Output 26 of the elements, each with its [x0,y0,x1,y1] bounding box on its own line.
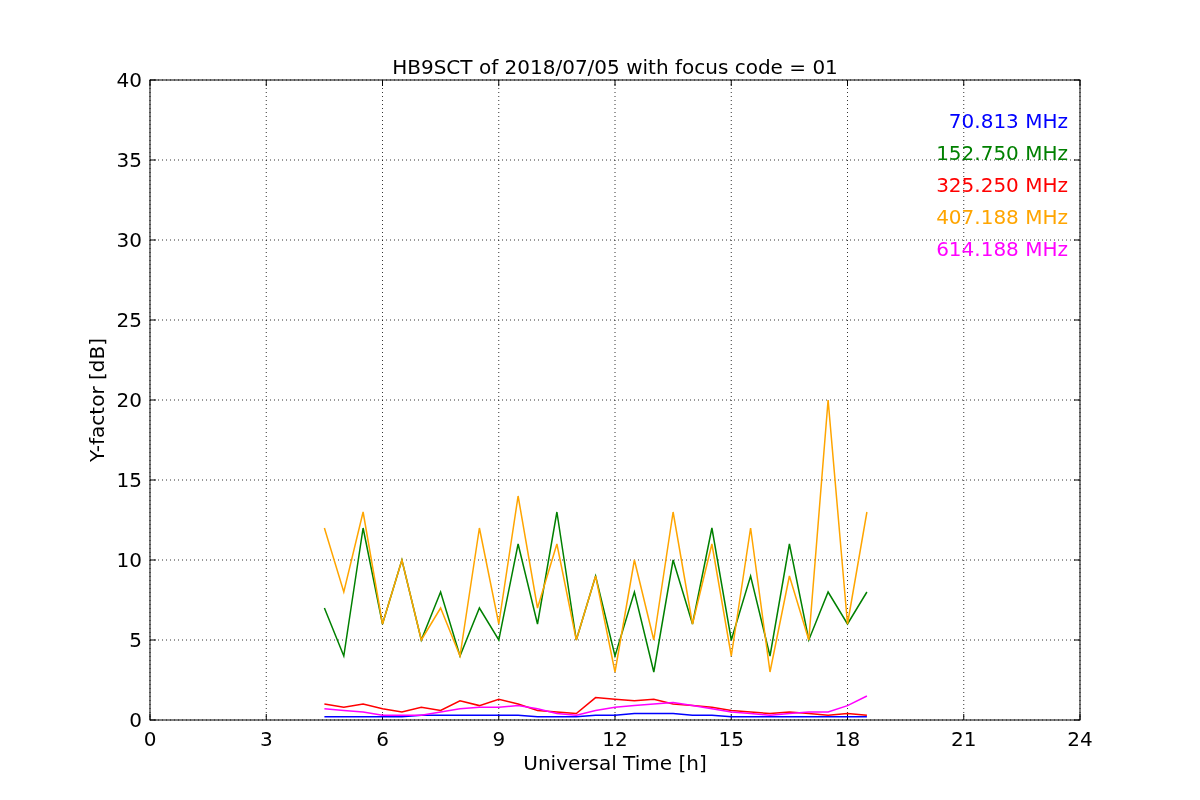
chart-title: HB9SCT of 2018/07/05 with focus code = 01 [392,55,838,79]
legend-label: 70.813 MHz [948,109,1068,133]
tick-label: 3 [259,727,273,751]
tick-label: 15 [116,468,142,492]
tick-label: 25 [116,308,142,332]
tick-label: 15 [718,727,744,751]
tick-label: 30 [116,228,142,252]
tick-label: 6 [376,727,389,751]
legend-label: 325.250 MHz [936,173,1068,197]
tick-label: 21 [951,727,977,751]
tick-label: 35 [116,148,142,172]
tick-label: 10 [116,548,142,572]
tick-label: 9 [492,727,506,751]
y-axis-label: Y-factor [dB] [85,338,109,462]
x-axis-label: Universal Time [h] [523,751,707,775]
tick-label: 20 [116,388,142,412]
tick-label: 0 [143,727,157,751]
legend-label: 152.750 MHz [936,141,1068,165]
legend-label: 614.188 MHz [936,237,1068,261]
tick-label: 0 [129,708,142,732]
tick-label: 5 [129,628,142,652]
tick-label: 24 [1067,727,1093,751]
tick-label: 40 [116,68,142,92]
legend-label: 407.188 MHz [936,205,1068,229]
tick-label: 18 [834,727,861,751]
tick-label: 12 [602,727,628,751]
